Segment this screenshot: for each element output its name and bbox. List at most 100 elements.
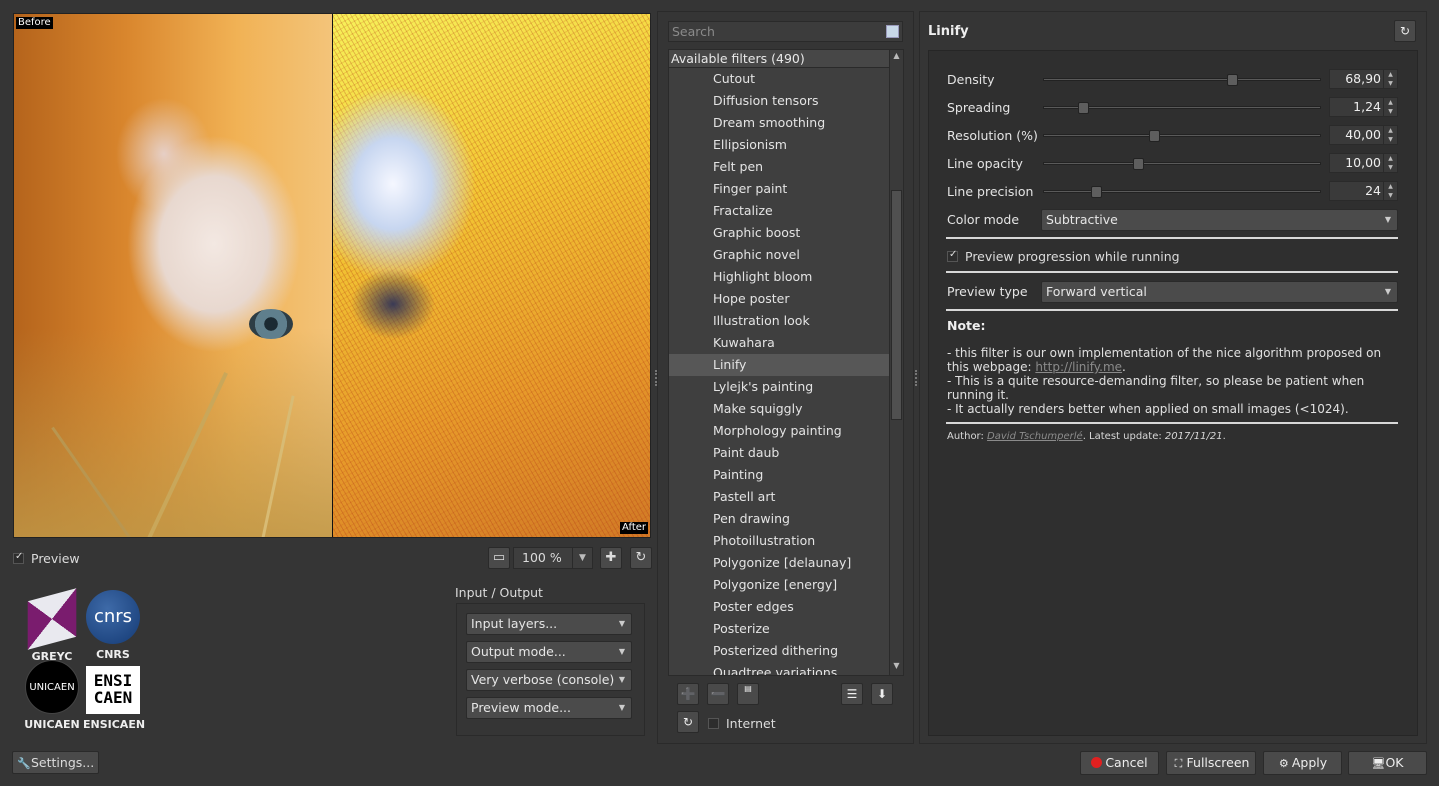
scroll-down-icon[interactable]: ▼ — [890, 661, 903, 674]
filter-item[interactable]: Paint daub — [669, 442, 890, 464]
spinbox[interactable]: 1,24 ▲ ▼ — [1329, 97, 1398, 117]
preview-mode-select[interactable]: Preview mode... ▼ — [466, 697, 632, 719]
checkbox-icon[interactable] — [13, 551, 24, 564]
spin-arrows-icon[interactable]: ▲ ▼ — [1383, 70, 1397, 88]
linify-link[interactable]: http://linify.me — [1035, 360, 1122, 374]
settings-button[interactable]: 🔧Settings... — [12, 751, 99, 774]
rename-favorite-button[interactable]: ▤ — [737, 683, 759, 705]
filter-tree-header[interactable]: Available filters (490) — [669, 50, 890, 68]
cancel-button[interactable]: Cancel — [1080, 751, 1159, 775]
internet-checkbox[interactable]: Internet — [708, 716, 776, 731]
spinbox[interactable]: 40,00 ▲ ▼ — [1329, 125, 1398, 145]
slider-track[interactable] — [1043, 73, 1321, 86]
search-input[interactable]: Search — [668, 21, 903, 42]
filter-item[interactable]: Polygonize [delaunay] — [669, 552, 890, 574]
add-favorite-button[interactable]: ➕ — [677, 683, 699, 705]
chevron-down-icon[interactable]: ▼ — [572, 548, 592, 568]
spin-arrows-icon[interactable]: ▲ ▼ — [1383, 126, 1397, 144]
filter-item[interactable]: Posterized dithering — [669, 640, 890, 662]
filter-item[interactable]: Pen drawing — [669, 508, 890, 530]
slider-handle[interactable] — [1132, 157, 1144, 170]
spinbox[interactable]: 10,00 ▲ ▼ — [1329, 153, 1398, 173]
checkbox-icon[interactable] — [708, 718, 719, 729]
filter-item[interactable]: Linify — [669, 354, 890, 376]
spin-arrows-icon[interactable]: ▲ ▼ — [1383, 98, 1397, 116]
ensicaen-logo[interactable]: ENSI CAEN ENSICAEN — [83, 660, 145, 731]
slider-handle[interactable] — [1149, 129, 1161, 142]
checkbox-icon[interactable] — [947, 249, 958, 262]
zoom-reset-button[interactable]: ↻ — [630, 547, 652, 569]
zoom-out-button[interactable]: ▭ — [488, 547, 510, 569]
filter-title: Linify — [928, 24, 969, 39]
cnrs-logo[interactable]: cnrs CNRS — [83, 590, 143, 661]
split-handle[interactable] — [332, 14, 333, 537]
filter-item[interactable]: Graphic novel — [669, 244, 890, 266]
slider-track[interactable] — [1043, 101, 1321, 114]
splitter-handle[interactable] — [915, 370, 917, 386]
verbosity-select[interactable]: Very verbose (console) ▼ — [466, 669, 632, 691]
slider-track[interactable] — [1043, 157, 1321, 170]
filter-scrollbar[interactable]: ▲ ▼ — [889, 50, 903, 675]
spinbox[interactable]: 24 ▲ ▼ — [1329, 181, 1398, 201]
preview-type-select[interactable]: Forward vertical ▼ — [1041, 281, 1398, 303]
filter-item[interactable]: Poster edges — [669, 596, 890, 618]
preview-checkbox[interactable]: Preview — [13, 551, 80, 566]
slider-handle[interactable] — [1226, 73, 1238, 86]
spin-arrows-icon[interactable]: ▲ ▼ — [1383, 154, 1397, 172]
scroll-thumb[interactable] — [891, 190, 902, 420]
filter-item[interactable]: Photoillustration — [669, 530, 890, 552]
filter-item[interactable]: Polygonize [energy] — [669, 574, 890, 596]
filter-list: Cutout Diffusion tensors Dream smoothing El… — [669, 68, 903, 675]
ok-button[interactable]: 🖥OK — [1348, 751, 1427, 775]
slider-handle[interactable] — [1091, 185, 1103, 198]
filter-item[interactable]: Illustration look — [669, 310, 890, 332]
output-mode-select[interactable]: Output mode... ▼ — [466, 641, 632, 663]
filter-item[interactable]: Cutout — [669, 68, 890, 90]
filter-item[interactable]: Diffusion tensors — [669, 90, 890, 112]
filter-item[interactable]: Fractalize — [669, 200, 890, 222]
output-mode-value: Output mode... — [471, 644, 566, 659]
fullscreen-button[interactable]: ⛶ Fullscreen — [1166, 751, 1256, 775]
unicaen-logo[interactable]: UNICAEN UNICAEN — [22, 660, 82, 731]
filter-item[interactable]: Hope poster — [669, 288, 890, 310]
slider-label: Density — [947, 72, 995, 87]
apply-button[interactable]: ⚙ Apply — [1263, 751, 1342, 775]
filter-item[interactable]: Highlight bloom — [669, 266, 890, 288]
filter-tree[interactable]: Available filters (490) Cutout Diffusion … — [668, 49, 904, 676]
slider-handle[interactable] — [1077, 101, 1089, 114]
filter-item[interactable]: Morphology painting — [669, 420, 890, 442]
filter-item[interactable]: Dream smoothing — [669, 112, 890, 134]
filter-item[interactable]: Kuwahara — [669, 332, 890, 354]
expand-collapse-button[interactable]: ☰ — [841, 683, 863, 705]
greyc-logo[interactable]: GREYC — [22, 588, 82, 663]
slider-track[interactable] — [1043, 129, 1321, 142]
filter-item[interactable]: Felt pen — [669, 156, 890, 178]
preview-progression-checkbox[interactable]: Preview progression while running — [947, 249, 1180, 264]
filter-item[interactable]: Pastell art — [669, 486, 890, 508]
search-icon[interactable] — [886, 25, 899, 38]
filter-item[interactable]: Posterize — [669, 618, 890, 640]
update-filters-button[interactable]: ⬇ — [871, 683, 893, 705]
slider-track[interactable] — [1043, 185, 1321, 198]
remove-favorite-button[interactable]: ➖ — [707, 683, 729, 705]
reset-parameters-button[interactable]: ↻ — [1394, 20, 1416, 42]
filter-item[interactable]: Quadtree variations — [669, 662, 890, 675]
zoom-in-button[interactable]: ✚ — [600, 547, 622, 569]
preview-image[interactable]: Before After — [13, 13, 651, 538]
filter-item[interactable]: Graphic boost — [669, 222, 890, 244]
spinbox[interactable]: 68,90 ▲ ▼ — [1329, 69, 1398, 89]
scroll-up-icon[interactable]: ▲ — [890, 51, 903, 64]
author-link[interactable]: David Tschumperlé — [987, 431, 1083, 442]
filter-item[interactable]: Painting — [669, 464, 890, 486]
spinbox-value: 40,00 — [1345, 127, 1381, 142]
color-mode-select[interactable]: Subtractive ▼ — [1041, 209, 1398, 231]
filter-item[interactable]: Lylejk's painting — [669, 376, 890, 398]
input-layers-select[interactable]: Input layers... ▼ — [466, 613, 632, 635]
refresh-filters-button[interactable]: ↻ — [677, 711, 699, 733]
chevron-down-icon: ▼ — [618, 675, 625, 684]
filter-item[interactable]: Finger paint — [669, 178, 890, 200]
filter-item[interactable]: Ellipsionism — [669, 134, 890, 156]
spin-arrows-icon[interactable]: ▲ ▼ — [1383, 182, 1397, 200]
filter-item[interactable]: Make squiggly — [669, 398, 890, 420]
zoom-combo[interactable]: 100 % ▼ — [513, 547, 593, 569]
